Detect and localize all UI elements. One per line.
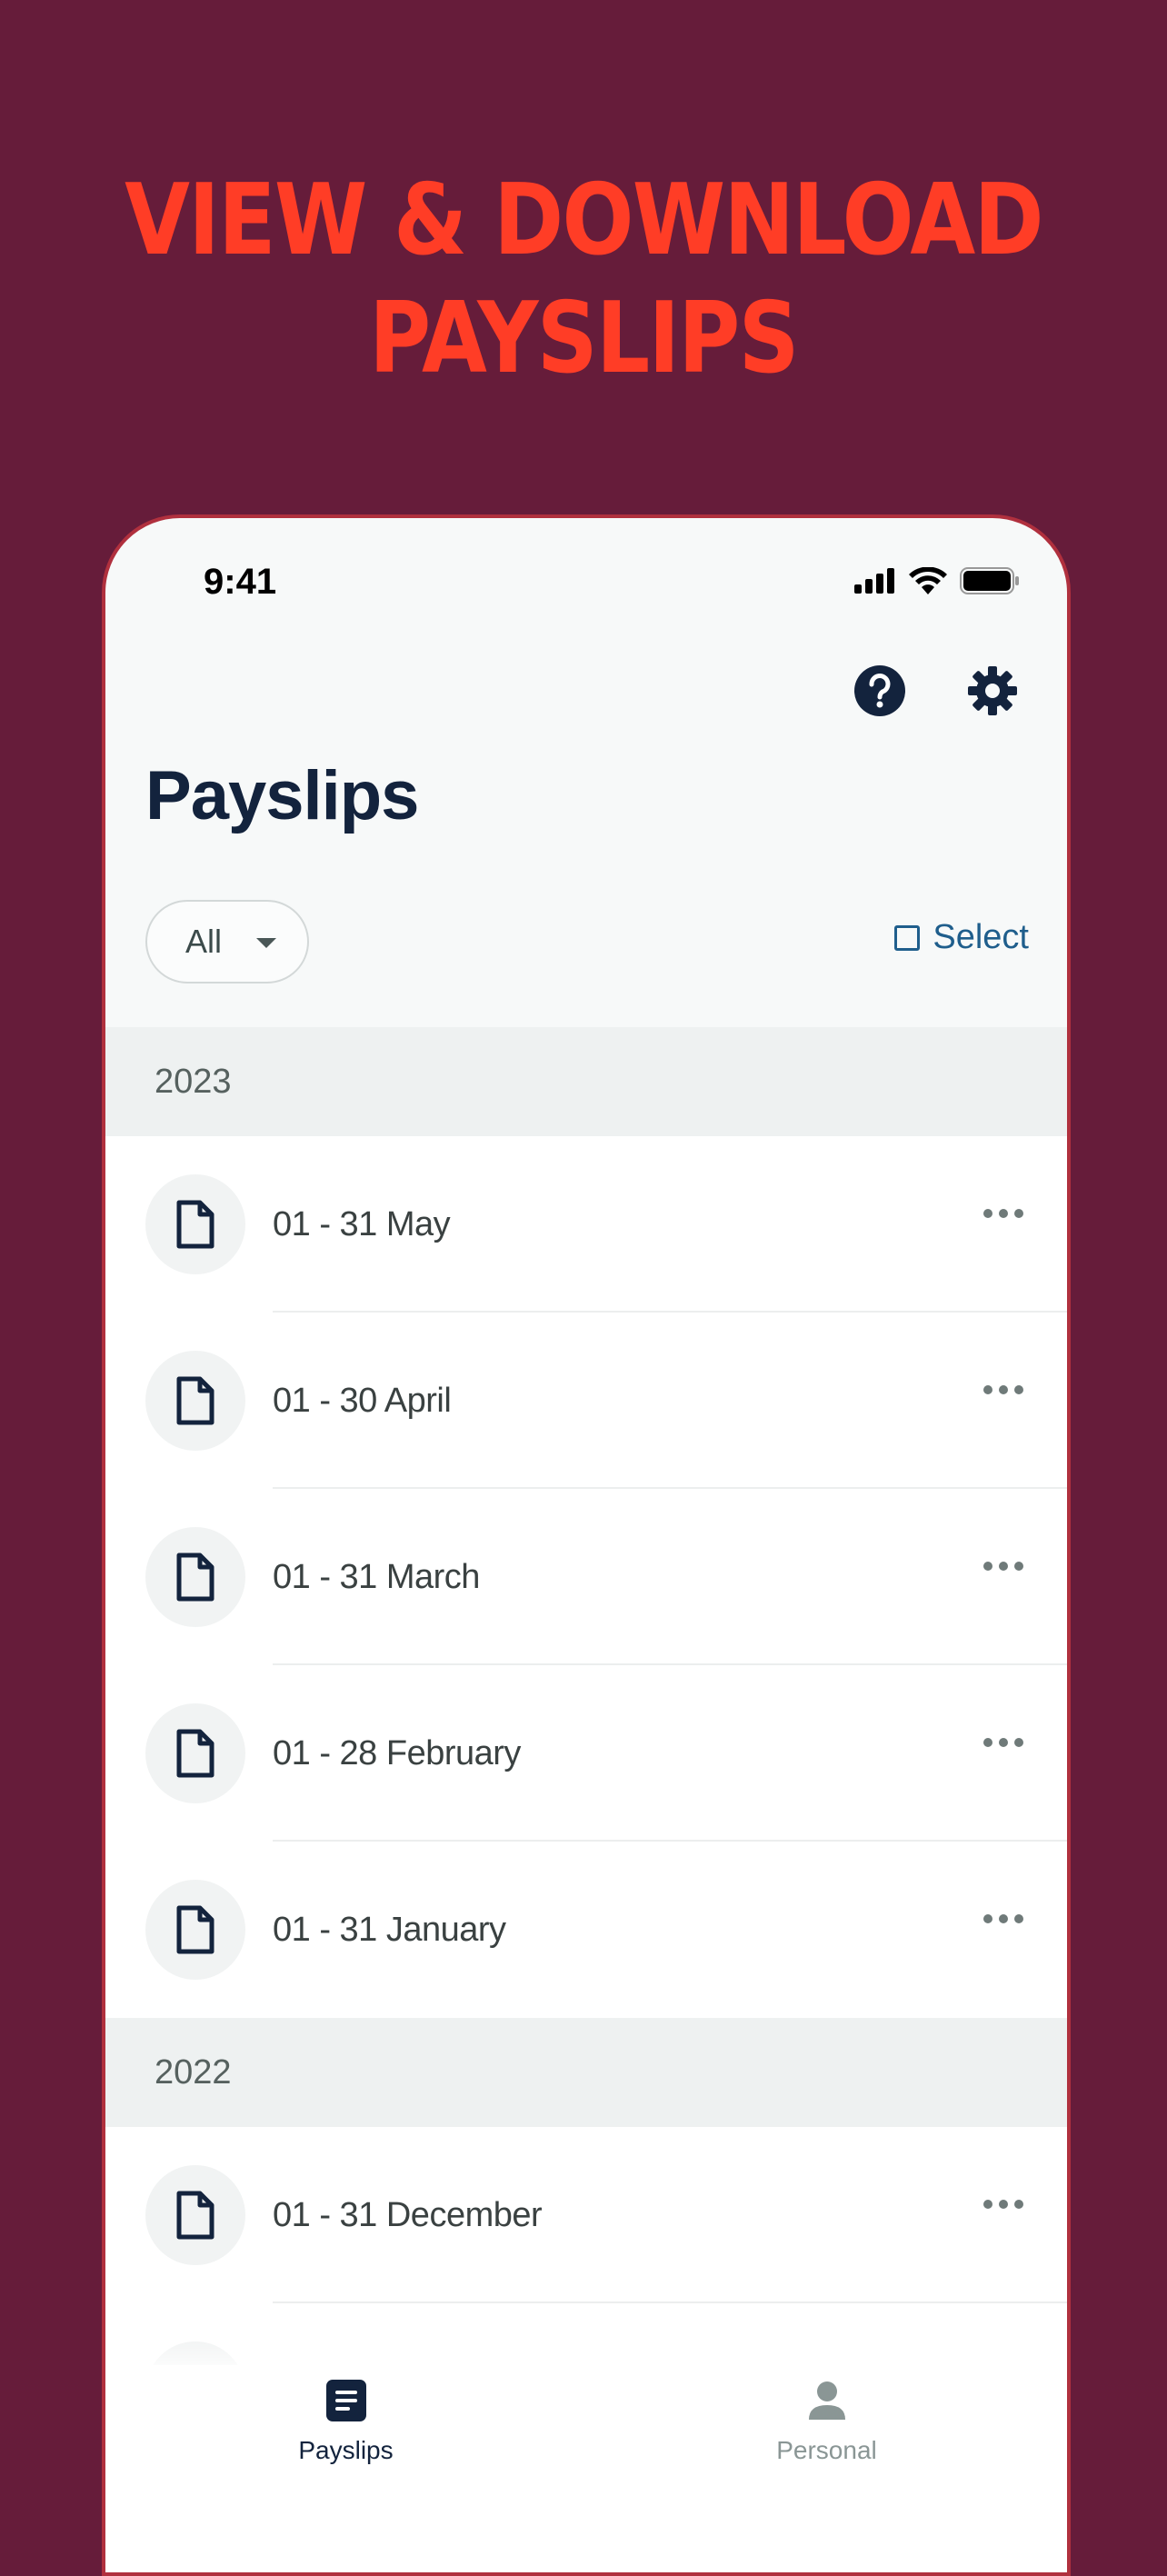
document-icon [145, 1703, 245, 1803]
cellular-signal-icon [854, 568, 894, 594]
headline: VIEW & DOWNLOAD PAYSLIPS [82, 162, 1085, 398]
filter-selected-value: All [185, 923, 223, 960]
question-circle-icon [854, 665, 905, 716]
select-button[interactable]: Select [894, 918, 1029, 957]
wifi-icon [909, 567, 947, 594]
payslip-period: 01 - 30 April [273, 1381, 452, 1420]
section-header-2022: 2022 [105, 2018, 1067, 2127]
document-icon [145, 2165, 245, 2265]
document-icon [145, 1880, 245, 1980]
tab-personal-label: Personal [776, 2436, 877, 2464]
tab-payslips[interactable]: Payslips [105, 2365, 586, 2529]
payslip-row[interactable]: 01 - 31 May [105, 1136, 1067, 1313]
document-icon [145, 1351, 245, 1451]
tab-payslips-label: Payslips [298, 2436, 394, 2464]
payslip-row[interactable]: 01 - 31 January [105, 1842, 1067, 2018]
payslip-row[interactable]: 01 - 28 February [105, 1665, 1067, 1842]
more-options-icon[interactable] [983, 1385, 1023, 1394]
headline-line-1: VIEW & DOWNLOAD [125, 164, 1043, 277]
document-icon [145, 1174, 245, 1274]
phone-screen: 9:41 Payslips All Select 2023 01 - 31 Ma… [102, 514, 1071, 2576]
payslip-row[interactable]: 01 - 31 December [105, 2127, 1067, 2303]
filter-dropdown[interactable]: All [145, 900, 309, 983]
payslip-period: 01 - 31 December [273, 2195, 543, 2234]
tab-personal[interactable]: Personal [586, 2365, 1067, 2529]
more-options-icon[interactable] [983, 1562, 1023, 1571]
page-title: Payslips [145, 757, 419, 834]
status-icons [854, 567, 1020, 594]
checkbox-icon [894, 924, 921, 951]
payslip-period: 01 - 31 January [273, 1910, 506, 1949]
section-header-2023: 2023 [105, 1027, 1067, 1136]
more-options-icon[interactable] [983, 1209, 1023, 1218]
battery-icon [960, 567, 1019, 594]
more-options-icon[interactable] [983, 2200, 1023, 2209]
tab-bar: Payslips Personal [105, 2365, 1067, 2572]
gear-icon [968, 666, 1017, 715]
payslip-list: 2023 01 - 31 May 01 - 30 April 01 - 31 M… [105, 1027, 1067, 2480]
payslip-row[interactable]: 01 - 31 March [105, 1489, 1067, 1665]
more-options-icon[interactable] [983, 1738, 1023, 1747]
status-time: 9:41 [204, 562, 277, 602]
payslip-row[interactable]: 01 - 30 April [105, 1313, 1067, 1489]
payslip-period: 01 - 31 March [273, 1557, 480, 1596]
caret-down-icon [256, 938, 276, 948]
payslips-icon [325, 2380, 366, 2421]
person-icon [808, 2381, 845, 2420]
headline-line-2: PAYSLIPS [369, 282, 799, 395]
status-bar: 9:41 [105, 518, 1067, 618]
payslip-period: 01 - 31 May [273, 1204, 451, 1243]
payslip-period: 01 - 28 February [273, 1733, 521, 1772]
more-options-icon[interactable] [983, 1914, 1023, 1923]
help-button[interactable] [853, 664, 907, 718]
settings-button[interactable] [965, 664, 1020, 718]
select-label: Select [933, 918, 1029, 956]
header-actions [853, 664, 1020, 718]
document-icon [145, 1527, 245, 1627]
